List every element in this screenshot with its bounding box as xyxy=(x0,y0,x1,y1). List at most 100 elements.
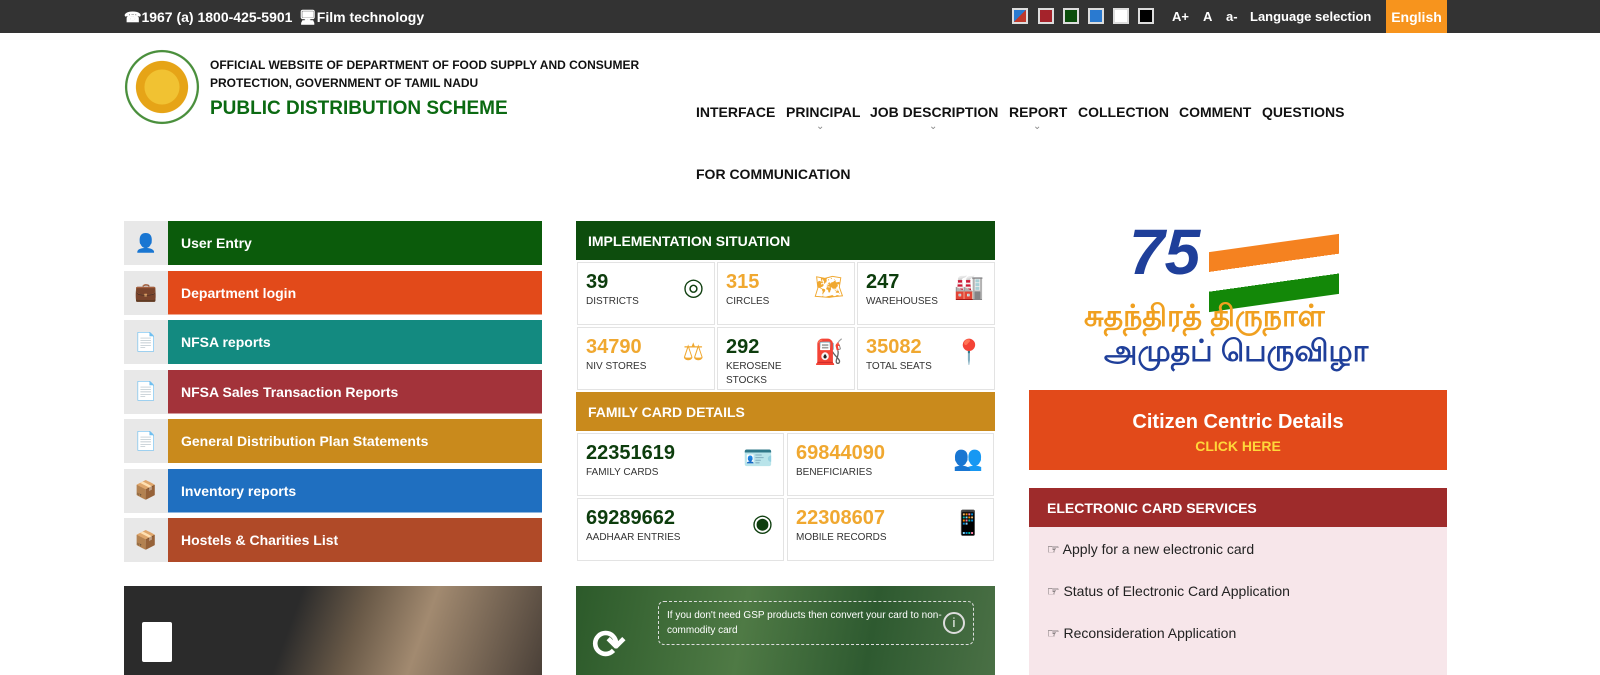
nav-collection[interactable]: COLLECTION xyxy=(1078,104,1169,120)
stat-card: 315 CIRCLES 🗺 xyxy=(717,262,855,325)
theme-swatch-white[interactable] xyxy=(1113,8,1129,24)
refresh-icon: ⟳ xyxy=(592,623,626,667)
font-normal-button[interactable]: A xyxy=(1203,9,1212,24)
stat-value: 247 xyxy=(866,271,900,293)
stat-label: WAREHOUSES xyxy=(866,296,938,307)
document-edit-icon xyxy=(142,622,172,662)
fuel-pump-icon: ⛽ xyxy=(814,339,844,366)
map-pin-icon: ◎ xyxy=(683,274,704,301)
font-increase-button[interactable]: A+ xyxy=(1172,9,1189,24)
aadhaar-icon: ◉ xyxy=(752,510,773,537)
document-icon: 📄 xyxy=(124,419,168,463)
stat-label: CIRCLES xyxy=(726,296,770,307)
menu-item[interactable]: 💼 Department login xyxy=(124,270,542,315)
ecard-link-reconsideration[interactable]: ☞ Reconsideration Application xyxy=(1047,625,1236,642)
stat-value: 69289662 xyxy=(586,507,675,529)
mobile-icon: 📱 xyxy=(953,510,983,537)
theme-swatch-default[interactable] xyxy=(1012,8,1028,24)
helpline-phone[interactable]: ☎1967 (a) 1800-425-5901 xyxy=(124,9,292,26)
boxes-icon: 📦 xyxy=(124,518,168,562)
stat-value: 35082 xyxy=(866,336,922,358)
stat-card: 35082 TOTAL SEATS 📍 xyxy=(857,327,995,390)
menu-item-label: Inventory reports xyxy=(168,468,542,513)
nav-questions[interactable]: QUESTIONS xyxy=(1262,104,1344,120)
document-icon: 📄 xyxy=(124,320,168,364)
implementation-header: IMPLEMENTATION SITUATION xyxy=(576,221,995,260)
link-label: Apply for a new electronic card xyxy=(1062,541,1255,557)
banner-line1: சுதந்திரத் திருநாள் xyxy=(1084,300,1325,333)
stat-card: 39 DISTRICTS ◎ xyxy=(577,262,715,325)
ecard-link-apply[interactable]: ☞ Apply for a new electronic card xyxy=(1047,541,1254,558)
nav-interface[interactable]: INTERFACE xyxy=(696,104,775,120)
stat-value: 22351619 xyxy=(586,442,675,464)
stat-label: TOTAL SEATS xyxy=(866,361,932,372)
nav-for-communication[interactable]: FOR COMMUNICATION xyxy=(696,166,851,182)
document-icon: 📄 xyxy=(124,369,168,414)
film-technology-link[interactable]: 🖥Film technology xyxy=(299,9,424,26)
chevron-down-icon: ⌄ xyxy=(929,121,938,132)
gsp-promo-image[interactable]: ⟳ If you don't need GSP products then co… xyxy=(576,586,995,675)
family-card-header: FAMILY CARD DETAILS xyxy=(576,392,995,431)
family-stat-card: 69844090 BENEFICIARIES 👥 xyxy=(787,433,994,496)
map-icon: 🗺 xyxy=(813,274,844,301)
nav-report[interactable]: REPORT xyxy=(1009,104,1067,120)
theme-swatch-black[interactable] xyxy=(1138,8,1154,24)
menu-item-label: Department login xyxy=(168,270,542,315)
link-label: Status of Electronic Card Application xyxy=(1063,583,1290,599)
theme-swatch-green[interactable] xyxy=(1063,8,1079,24)
menu-item[interactable]: 📦 Inventory reports xyxy=(124,468,542,513)
menu-item-label: NFSA reports xyxy=(168,320,542,364)
banner-number: 75 xyxy=(1129,216,1201,288)
ecard-link-status[interactable]: ☞ Status of Electronic Card Application xyxy=(1047,583,1290,600)
stat-value: 39 xyxy=(586,271,609,293)
tamil-nadu-emblem-logo[interactable] xyxy=(124,44,200,130)
stat-value: 315 xyxy=(726,271,760,293)
menu-item[interactable]: 📦 Hostels & Charities List xyxy=(124,518,542,562)
ecard-services-header: ELECTRONIC CARD SERVICES xyxy=(1029,488,1447,527)
language-english-button[interactable]: English xyxy=(1386,0,1447,33)
link-label: Reconsideration Application xyxy=(1063,625,1237,641)
top-bar: ☎1967 (a) 1800-425-5901 🖥Film technology… xyxy=(0,0,1600,33)
font-decrease-button[interactable]: a- xyxy=(1226,9,1238,24)
language-selection-label: Language selection xyxy=(1250,9,1372,24)
stat-label: MOBILE RECORDS xyxy=(796,532,887,543)
click-here-link[interactable]: CLICK HERE xyxy=(1029,438,1447,454)
stat-label: DISTRICTS xyxy=(586,296,639,307)
theme-swatch-blue[interactable] xyxy=(1088,8,1104,24)
department-name: OFFICIAL WEBSITE OF DEPARTMENT OF FOOD S… xyxy=(210,58,640,90)
citizen-centric-button[interactable]: Citizen Centric Details CLICK HERE xyxy=(1029,390,1447,470)
azadi-75-banner: 75 சுதந்திரத் திருநாள் அமுதப் பெருவிழா xyxy=(1029,215,1447,380)
menu-item[interactable]: 📄 NFSA Sales Transaction Reports xyxy=(124,369,542,414)
nav-job-description[interactable]: JOB DESCRIPTION xyxy=(870,104,998,120)
family-stat-card: 22308607 MOBILE RECORDS 📱 xyxy=(787,498,994,561)
banner-line2: அமுதப் பெருவிழா xyxy=(1104,335,1369,368)
user-icon: 👤 xyxy=(124,221,168,265)
gsp-notice[interactable]: If you don't need GSP products then conv… xyxy=(658,601,974,645)
stat-label: AADHAAR ENTRIES xyxy=(586,532,681,543)
family-stat-card: 69289662 AADHAAR ENTRIES ◉ xyxy=(577,498,784,561)
menu-item[interactable]: 📄 NFSA reports xyxy=(124,320,542,364)
stat-card: 247 WAREHOUSES 🏭 xyxy=(857,262,995,325)
stat-value: 34790 xyxy=(586,336,642,358)
stat-label: BENEFICIARIES xyxy=(796,467,873,478)
ecard-services-list: ☞ Apply for a new electronic card ☞ Stat… xyxy=(1029,527,1447,675)
warehouse-icon: 🏭 xyxy=(954,274,984,301)
info-icon[interactable]: i xyxy=(943,612,965,634)
briefcase-icon: 💼 xyxy=(124,270,168,315)
boxes-icon: 📦 xyxy=(124,468,168,513)
nav-principal[interactable]: PRINCIPAL xyxy=(786,104,860,120)
document-promo-image[interactable] xyxy=(124,586,542,675)
scales-icon: ⚖ xyxy=(682,339,704,366)
stat-label: NIV STORES xyxy=(586,361,647,372)
site-title[interactable]: PUBLIC DISTRIBUTION SCHEME xyxy=(210,98,508,120)
menu-item[interactable]: 📄 General Distribution Plan Statements xyxy=(124,419,542,463)
nav-comment[interactable]: COMMENT xyxy=(1179,104,1251,120)
stat-card: 292 KEROSENE STOCKS ⛽ xyxy=(717,327,855,390)
menu-item-label: NFSA Sales Transaction Reports xyxy=(168,369,542,414)
chevron-down-icon: ⌄ xyxy=(1033,121,1042,132)
menu-item[interactable]: 👤 User Entry xyxy=(124,221,542,265)
users-icon: 👥 xyxy=(953,445,983,472)
stat-value: 292 xyxy=(726,336,760,358)
stat-label: KEROSENE STOCKS xyxy=(726,361,782,386)
theme-swatch-red[interactable] xyxy=(1038,8,1054,24)
